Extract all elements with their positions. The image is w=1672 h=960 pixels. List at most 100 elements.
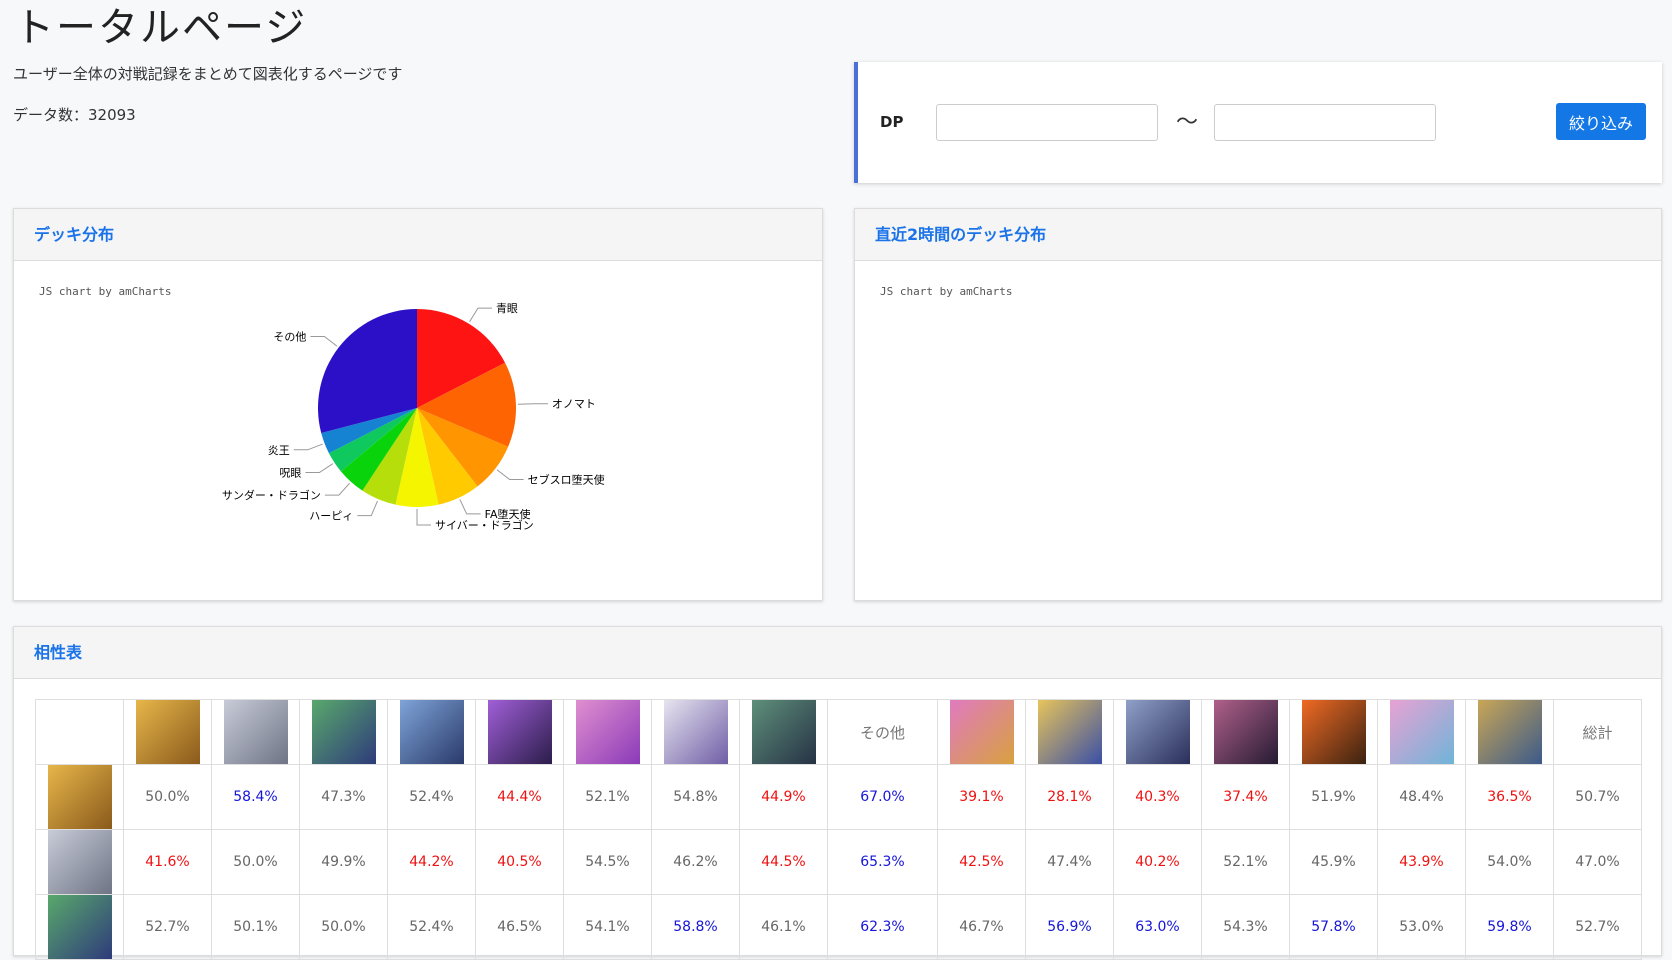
- pie-label: 呪眼: [279, 467, 301, 480]
- dp-max-input[interactable]: [1214, 104, 1436, 141]
- winrate-cell: 49.9%: [299, 829, 388, 895]
- winrate-cell: 47.0%: [1553, 829, 1642, 895]
- deck-header: [1113, 699, 1202, 765]
- deck-header: [1377, 699, 1466, 765]
- winrate-cell: 36.5%: [1465, 764, 1554, 830]
- winrate-cell: 40.5%: [475, 829, 564, 895]
- deck-header: [123, 699, 212, 765]
- page-description: ユーザー全体の対戦記録をまとめて図表化するページです: [13, 65, 403, 83]
- deck-header: [1289, 699, 1378, 765]
- deck-thumbnail: [47, 765, 112, 829]
- deck-header: [651, 699, 740, 765]
- pie-label: その他: [273, 330, 306, 343]
- winrate-cell: 50.0%: [299, 894, 388, 960]
- winrate-cell: 52.7%: [1553, 894, 1642, 960]
- pie-label-line: [469, 307, 492, 323]
- deck-thumbnail: [751, 700, 816, 764]
- winrate-cell: 46.7%: [937, 894, 1026, 960]
- pie-label-line: [459, 499, 481, 515]
- winrate-cell: 44.5%: [739, 829, 828, 895]
- winrate-cell: 52.1%: [563, 764, 652, 830]
- deck-thumbnail: [1301, 700, 1366, 764]
- matchup-card: 相性表 その他 総計 50.0% 58.4% 47.3% 52.4% 44.4% 52.1% 5…: [13, 626, 1662, 960]
- winrate-cell: 44.9%: [739, 764, 828, 830]
- pie-label: ハーピィ: [309, 510, 353, 523]
- winrate-cell: 57.8%: [1289, 894, 1378, 960]
- filter-button[interactable]: 絞り込み: [1556, 103, 1646, 140]
- deck-header: [563, 699, 652, 765]
- total-header: 総計: [1553, 699, 1642, 765]
- pie-label-line: [293, 443, 323, 451]
- winrate-cell: 41.6%: [123, 829, 212, 895]
- deck-thumbnail: [575, 700, 640, 764]
- winrate-cell: 40.2%: [1113, 829, 1202, 895]
- deck-header: [1465, 699, 1554, 765]
- deck-header: [211, 699, 300, 765]
- dp-filter-card: DP ～ 絞り込み: [854, 62, 1662, 183]
- amcharts-credit[interactable]: JS chart by amCharts: [880, 285, 1012, 298]
- winrate-cell: 51.9%: [1289, 764, 1378, 830]
- dp-min-input[interactable]: [936, 104, 1158, 141]
- deck-thumbnail: [135, 700, 200, 764]
- deck-thumbnail: [663, 700, 728, 764]
- winrate-cell: 42.5%: [937, 829, 1026, 895]
- winrate-cell: 52.4%: [387, 894, 476, 960]
- pie-label: セブスロ堕天使: [528, 473, 605, 487]
- winrate-cell: 54.0%: [1465, 829, 1554, 895]
- deck-thumbnail: [487, 700, 552, 764]
- deck-header: [739, 699, 828, 765]
- winrate-cell: 59.8%: [1465, 894, 1554, 960]
- deck-thumbnail: [1125, 700, 1190, 764]
- table-row: 41.6% 50.0% 49.9% 44.2% 40.5% 54.5% 46.2% 44.5%…: [35, 829, 1642, 895]
- pie-label: サイバー・ドラゴン: [435, 518, 534, 532]
- range-separator: ～: [1176, 110, 1199, 135]
- deck-header: [937, 699, 1026, 765]
- winrate-cell: 52.4%: [387, 764, 476, 830]
- winrate-cell: 44.2%: [387, 829, 476, 895]
- pie-label-line: [517, 403, 548, 405]
- winrate-cell: 65.3%: [827, 829, 938, 895]
- matchup-table: その他 総計 50.0% 58.4% 47.3% 52.4% 44.4% 52.1% 54.8%…: [35, 699, 1642, 960]
- deck-pie-chart: 青眼オノマトセブスロ堕天使FA堕天使サイバー・ドラゴンハーピィサンダー・ドラゴン…: [222, 302, 605, 532]
- deck-thumbnail: [47, 895, 112, 959]
- winrate-cell: 28.1%: [1025, 764, 1114, 830]
- winrate-cell: 50.0%: [123, 764, 212, 830]
- deck-thumbnail: [949, 700, 1014, 764]
- recent-deck-distribution-card: 直近2時間のデッキ分布 JS chart by amCharts: [854, 208, 1662, 601]
- table-row: 52.7% 50.1% 50.0% 52.4% 46.5% 54.1% 58.8% 46.1%…: [35, 894, 1642, 960]
- deck-thumbnail: [399, 700, 464, 764]
- deck-thumbnail: [1389, 700, 1454, 764]
- row-deck-header: [35, 829, 124, 895]
- winrate-cell: 50.7%: [1553, 764, 1642, 830]
- deck-header: [299, 699, 388, 765]
- dp-label: DP: [880, 113, 904, 131]
- deck-thumbnail: [1477, 700, 1542, 764]
- winrate-cell: 67.0%: [827, 764, 938, 830]
- deck-thumbnail: [47, 830, 112, 894]
- pie-label: 炎王: [268, 444, 290, 457]
- deck-thumbnail: [311, 700, 376, 764]
- winrate-cell: 48.4%: [1377, 764, 1466, 830]
- winrate-cell: 54.1%: [563, 894, 652, 960]
- matchup-title: 相性表: [14, 627, 1661, 679]
- page-title: トータルページ: [14, 5, 308, 51]
- winrate-cell: 46.5%: [475, 894, 564, 960]
- winrate-cell: 50.0%: [211, 829, 300, 895]
- winrate-cell: 53.0%: [1377, 894, 1466, 960]
- winrate-cell: 45.9%: [1289, 829, 1378, 895]
- winrate-cell: 52.1%: [1201, 829, 1290, 895]
- corner-cell: [35, 699, 124, 765]
- pie-label-line: [357, 500, 378, 517]
- pie-label: オノマト: [552, 398, 596, 411]
- deck-header: [387, 699, 476, 765]
- winrate-cell: 52.7%: [123, 894, 212, 960]
- other-header: その他: [827, 699, 938, 765]
- table-row: 50.0% 58.4% 47.3% 52.4% 44.4% 52.1% 54.8% 44.9%…: [35, 764, 1642, 830]
- deck-header: [1201, 699, 1290, 765]
- winrate-cell: 58.8%: [651, 894, 740, 960]
- pie-label-line: [416, 509, 431, 526]
- pie-label-line: [310, 335, 338, 347]
- pie-label-line: [496, 469, 524, 481]
- winrate-cell: 39.1%: [937, 764, 1026, 830]
- deck-thumbnail: [1037, 700, 1102, 764]
